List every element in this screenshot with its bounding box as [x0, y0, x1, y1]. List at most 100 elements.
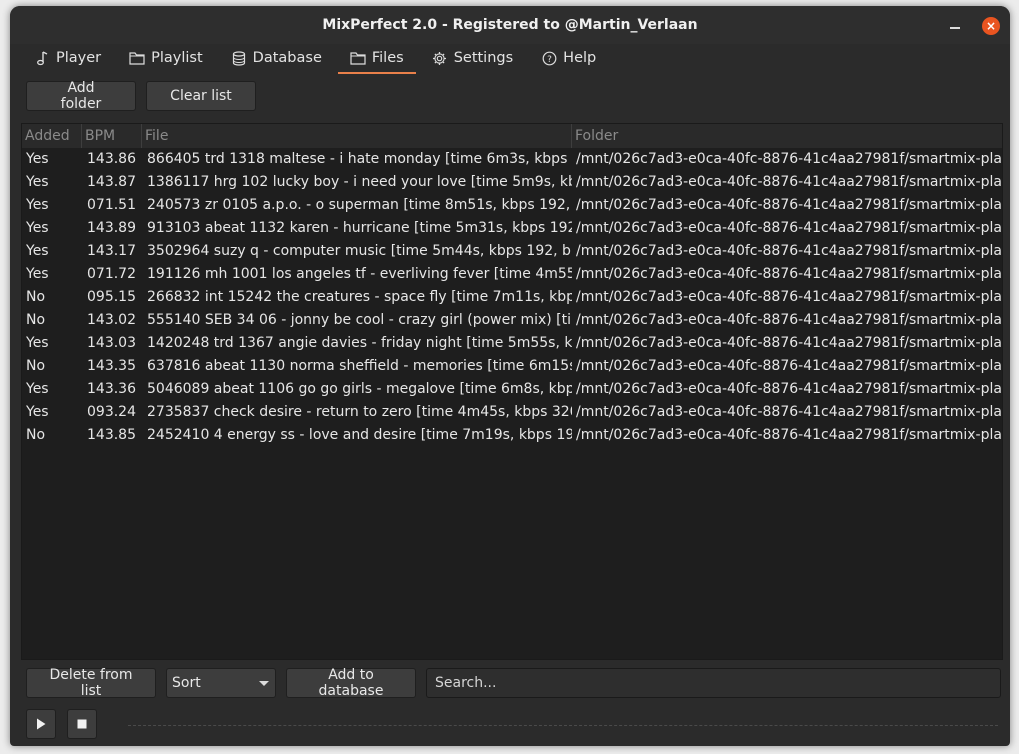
- cell-added: Yes: [26, 381, 49, 397]
- folder-icon: [350, 50, 366, 66]
- tab-label: Playlist: [151, 50, 203, 66]
- cell-added: No: [26, 427, 46, 443]
- window-title: MixPerfect 2.0 - Registered to @Martin_V…: [322, 17, 698, 33]
- cell-folder: /mnt/026c7ad3-e0ca-40fc-8876-41c4aa27981…: [576, 427, 1002, 443]
- app-window: MixPerfect 2.0 - Registered to @Martin_V…: [10, 6, 1010, 746]
- table-row[interactable]: Yes 143.03 1420248 trd 1367 angie davies -…: [22, 332, 1002, 355]
- delete-from-list-button[interactable]: Delete from list: [26, 667, 156, 699]
- gear-icon: [432, 50, 448, 66]
- cell-folder: /mnt/026c7ad3-e0ca-40fc-8876-41c4aa27981…: [576, 151, 1002, 167]
- cell-file: 637816 abeat 1130 norma sheffield - memo…: [147, 358, 572, 374]
- cell-folder: /mnt/026c7ad3-e0ca-40fc-8876-41c4aa27981…: [576, 381, 1002, 397]
- cell-added: Yes: [26, 151, 49, 167]
- tab-player[interactable]: Player: [22, 44, 113, 72]
- music-note-icon: [34, 50, 50, 66]
- cell-file: 266832 int 15242 the creatures - space f…: [147, 289, 572, 305]
- column-header-bpm[interactable]: BPM: [82, 124, 142, 148]
- cell-folder: /mnt/026c7ad3-e0ca-40fc-8876-41c4aa27981…: [576, 220, 1002, 236]
- table-row[interactable]: Yes 143.89 913103 abeat 1132 karen - hurri…: [22, 217, 1002, 240]
- tab-help[interactable]: ? Help: [529, 44, 608, 72]
- cell-file: 2452410 4 energy ss - love and desire [t…: [147, 427, 572, 443]
- sort-select[interactable]: Sort: [166, 668, 276, 698]
- minimize-icon[interactable]: [948, 17, 962, 31]
- cell-folder: /mnt/026c7ad3-e0ca-40fc-8876-41c4aa27981…: [576, 266, 1002, 282]
- cell-file: 555140 SEB 34 06 - jonny be cool - crazy…: [147, 312, 572, 328]
- stop-button[interactable]: [67, 709, 97, 739]
- tab-label: Files: [371, 50, 404, 66]
- cell-file: 913103 abeat 1132 karen - hurricane [tim…: [147, 220, 572, 236]
- cell-file: 866405 trd 1318 maltese - i hate monday …: [147, 151, 572, 167]
- play-icon: [37, 718, 46, 730]
- cell-bpm: 143.17: [87, 243, 136, 259]
- tab-bar: Player Playlist Database Files Settings: [10, 44, 1010, 74]
- cell-added: No: [26, 358, 46, 374]
- close-icon[interactable]: ×: [982, 17, 1000, 35]
- table-row[interactable]: Yes 143.36 5046089 abeat 1106 go go girls …: [22, 378, 1002, 401]
- cell-added: No: [26, 312, 46, 328]
- cell-folder: /mnt/026c7ad3-e0ca-40fc-8876-41c4aa27981…: [576, 197, 1002, 213]
- cell-added: Yes: [26, 335, 49, 351]
- tab-label: Help: [563, 50, 597, 66]
- tab-label: Player: [56, 50, 102, 66]
- tab-label: Database: [252, 50, 322, 66]
- cell-bpm: 143.85: [87, 427, 136, 443]
- table-row[interactable]: No 143.85 2452410 4 energy ss - love and d…: [22, 424, 1002, 447]
- cell-file: 191126 mh 1001 los angeles tf - everlivi…: [147, 266, 572, 282]
- cell-bpm: 143.02: [87, 312, 136, 328]
- cell-added: Yes: [26, 174, 49, 190]
- cell-folder: /mnt/026c7ad3-e0ca-40fc-8876-41c4aa27981…: [576, 312, 1002, 328]
- cell-folder: /mnt/026c7ad3-e0ca-40fc-8876-41c4aa27981…: [576, 358, 1002, 374]
- cell-bpm: 071.51: [87, 197, 136, 213]
- chevron-down-icon: [259, 680, 269, 686]
- cell-bpm: 143.35: [87, 358, 136, 374]
- cell-folder: /mnt/026c7ad3-e0ca-40fc-8876-41c4aa27981…: [576, 243, 1002, 259]
- svg-text:?: ?: [547, 55, 552, 65]
- playback-position-slider[interactable]: [128, 725, 998, 726]
- column-header-file[interactable]: File: [142, 124, 572, 148]
- database-icon: [231, 50, 247, 66]
- cell-bpm: 143.36: [87, 381, 136, 397]
- table-row[interactable]: Yes 093.24 2735837 check desire - return t…: [22, 401, 1002, 424]
- table-row[interactable]: Yes 071.72 191126 mh 1001 los angeles tf -…: [22, 263, 1002, 286]
- tab-database[interactable]: Database: [219, 44, 334, 72]
- cell-file: 5046089 abeat 1106 go go girls - megalov…: [147, 381, 572, 397]
- cell-bpm: 143.89: [87, 220, 136, 236]
- play-button[interactable]: [26, 709, 56, 739]
- cell-added: No: [26, 289, 46, 305]
- cell-file: 240573 zr 0105 a.p.o. - o superman [time…: [147, 197, 572, 213]
- clear-list-button[interactable]: Clear list: [146, 81, 256, 111]
- table-row[interactable]: Yes 143.87 1386117 hrg 102 lucky boy - i n…: [22, 171, 1002, 194]
- cell-bpm: 143.87: [87, 174, 136, 190]
- tab-settings[interactable]: Settings: [420, 44, 525, 72]
- cell-added: Yes: [26, 220, 49, 236]
- files-table[interactable]: Added BPM File Folder Yes 143.86 866405 tr…: [21, 123, 1003, 660]
- add-to-database-button[interactable]: Add to database: [286, 667, 416, 699]
- table-row[interactable]: No 143.02 555140 SEB 34 06 - jonny be cool…: [22, 309, 1002, 332]
- table-row[interactable]: Yes 143.86 866405 trd 1318 maltese - i hat…: [22, 148, 1002, 171]
- add-folder-button[interactable]: Add folder: [26, 80, 136, 112]
- tab-label: Settings: [453, 50, 514, 66]
- cell-file: 3502964 suzy q - computer music [time 5m…: [147, 243, 572, 259]
- table-header: Added BPM File Folder: [22, 124, 1002, 148]
- column-header-added[interactable]: Added: [22, 124, 82, 148]
- table-row[interactable]: Yes 143.17 3502964 suzy q - computer music…: [22, 240, 1002, 263]
- sort-select-value: Sort: [172, 675, 201, 691]
- files-toolbar: Add folder Clear list: [10, 74, 1010, 118]
- table-row[interactable]: No 143.35 637816 abeat 1130 norma sheffiel…: [22, 355, 1002, 378]
- tab-playlist[interactable]: Playlist: [117, 44, 215, 72]
- stop-icon: [77, 719, 87, 729]
- cell-folder: /mnt/026c7ad3-e0ca-40fc-8876-41c4aa27981…: [576, 404, 1002, 420]
- table-body: Yes 143.86 866405 trd 1318 maltese - i hat…: [22, 148, 1002, 447]
- search-input[interactable]: [426, 668, 1001, 698]
- table-row[interactable]: Yes 071.51 240573 zr 0105 a.p.o. - o super…: [22, 194, 1002, 217]
- cell-added: Yes: [26, 243, 49, 259]
- table-row[interactable]: No 095.15 266832 int 15242 the creatures -…: [22, 286, 1002, 309]
- column-header-folder[interactable]: Folder: [572, 124, 1002, 148]
- transport-controls: [26, 709, 108, 739]
- folder-icon: [129, 50, 145, 66]
- tab-files[interactable]: Files: [337, 44, 416, 74]
- cell-bpm: 143.03: [87, 335, 136, 351]
- cell-bpm: 095.15: [87, 289, 136, 305]
- bottom-toolbar: Delete from list Sort Add to database: [26, 667, 1001, 699]
- help-icon: ?: [541, 50, 557, 66]
